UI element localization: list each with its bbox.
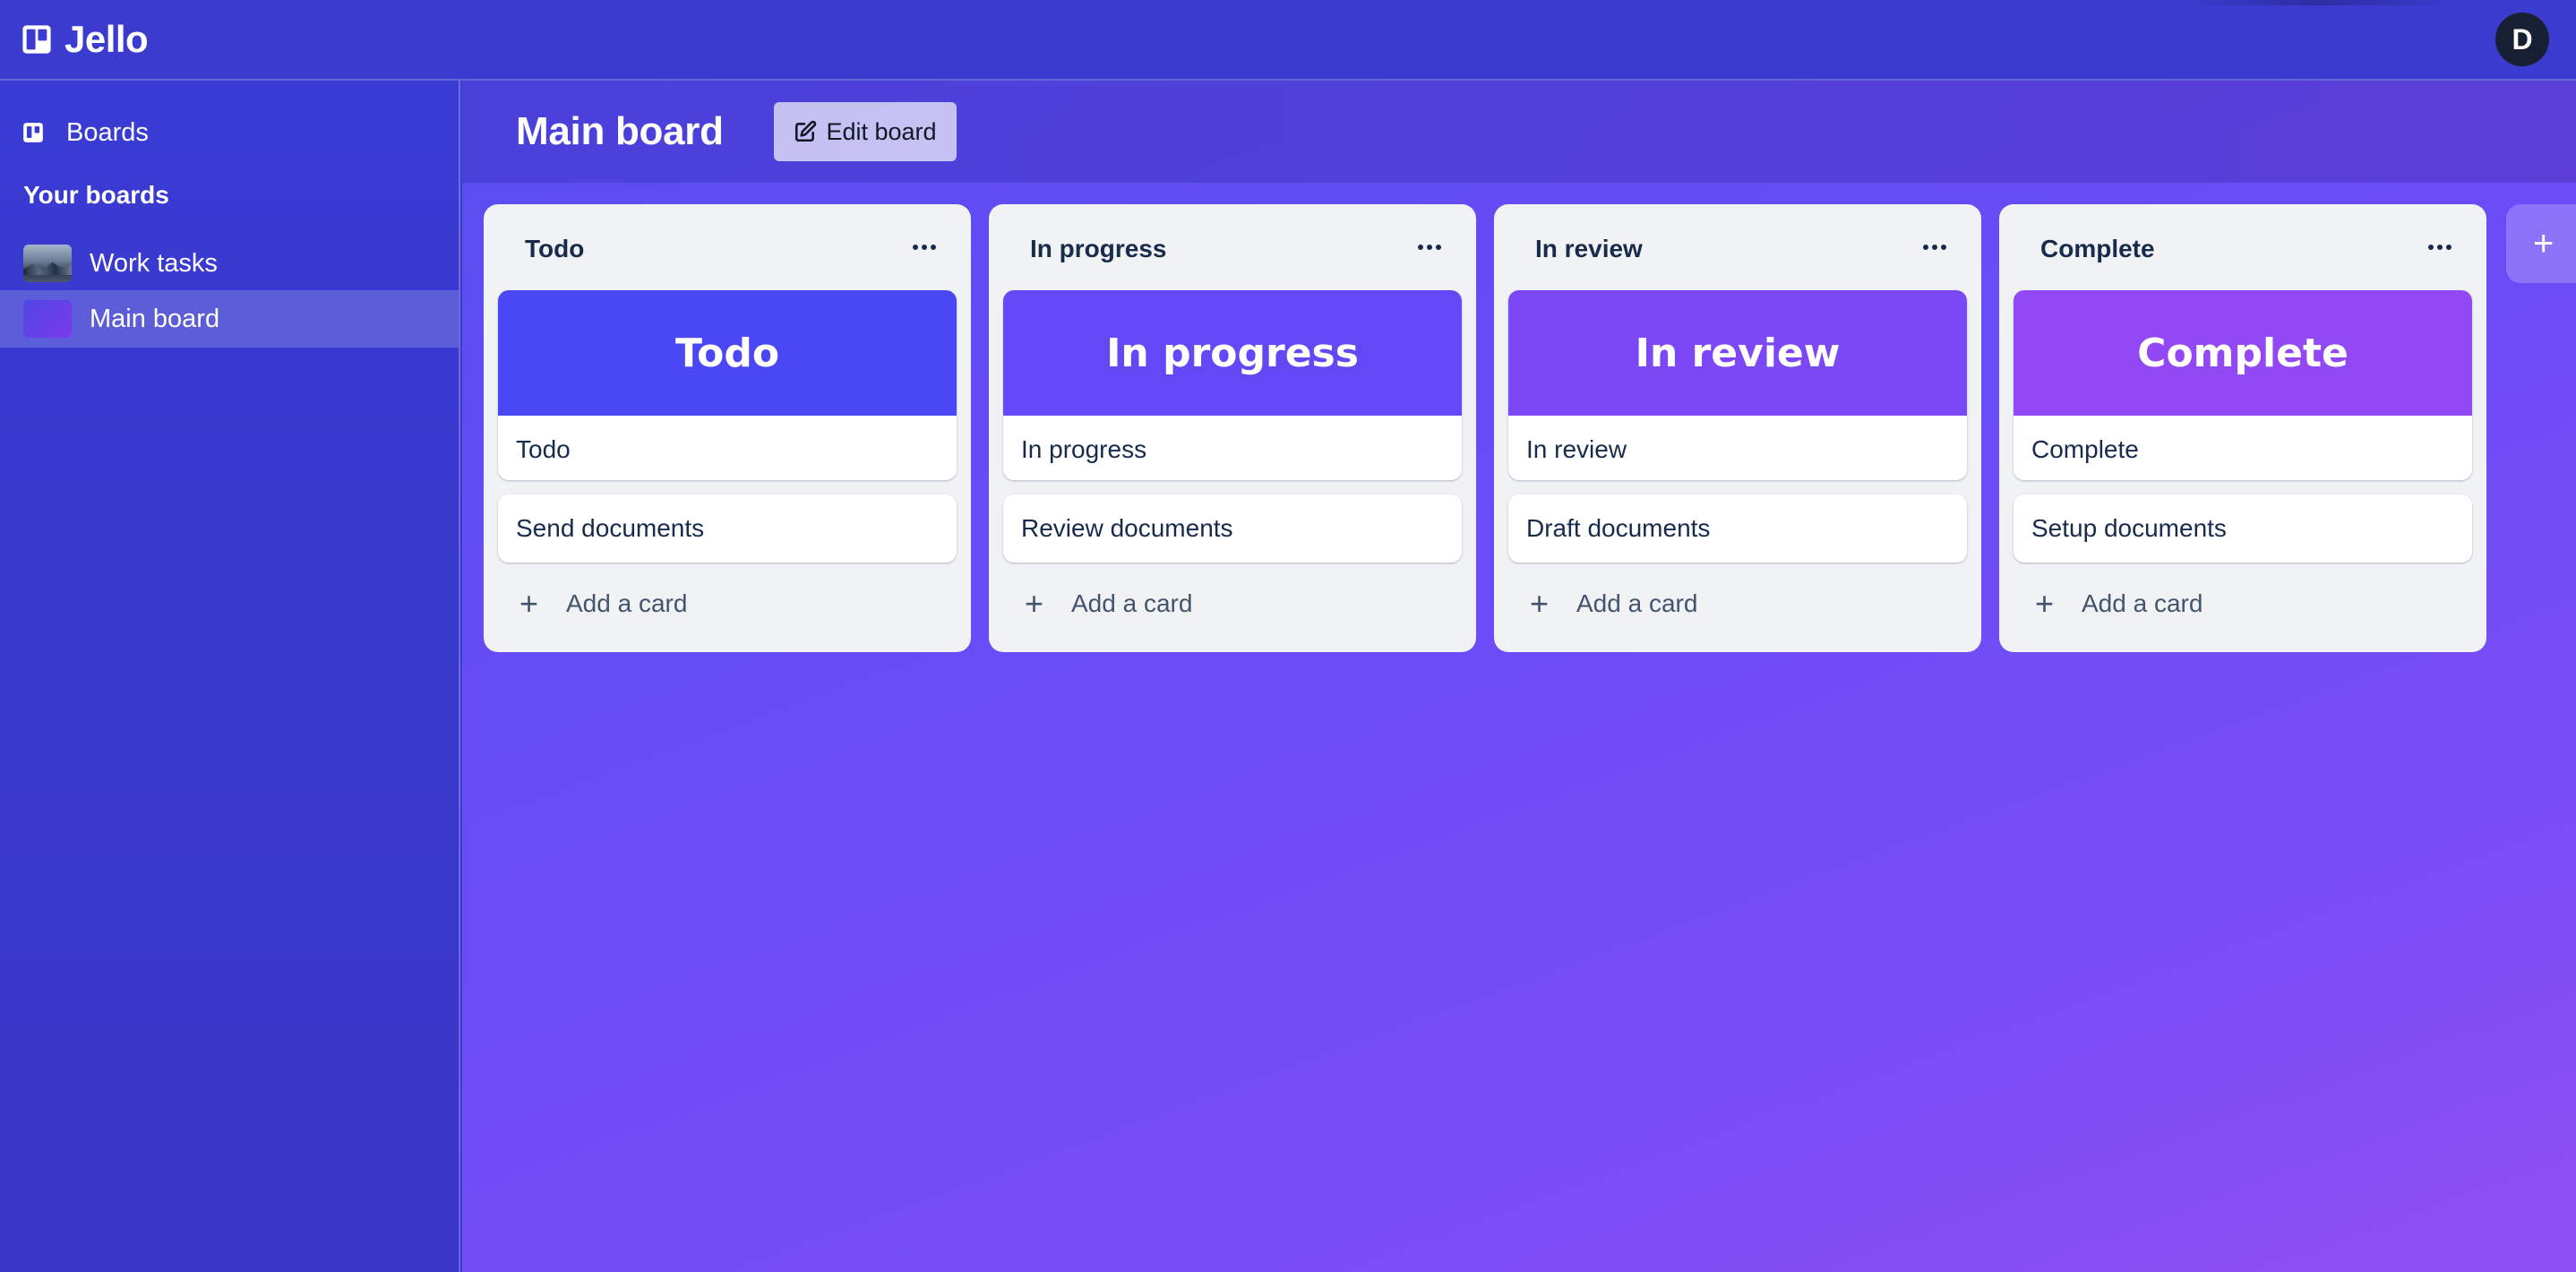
app-name: Jello xyxy=(64,18,149,60)
edit-pencil-icon xyxy=(795,120,817,142)
plus-icon: + xyxy=(2035,585,2055,622)
your-boards-heading: Your boards xyxy=(23,181,169,209)
add-card-button[interactable]: + Add a card xyxy=(498,575,957,632)
list-complete: Complete Complete Complete Setup documen… xyxy=(1999,204,2486,652)
card[interactable]: Send documents xyxy=(498,494,957,563)
sidebar-item-work-tasks[interactable]: Work tasks xyxy=(0,235,459,292)
more-horizontal-icon[interactable] xyxy=(2422,231,2458,263)
page-title: Main board xyxy=(516,109,724,153)
app-logo[interactable]: Jello xyxy=(21,16,149,63)
header-shadow-decoration xyxy=(2185,0,2454,5)
card-title: Todo xyxy=(516,435,571,463)
plus-icon: + xyxy=(519,585,539,622)
more-horizontal-icon[interactable] xyxy=(1917,231,1953,263)
list-todo: Todo Todo Todo Send documents + Add a ca… xyxy=(484,204,971,652)
board-thumbnail xyxy=(23,300,72,338)
jello-logo-icon xyxy=(22,25,51,54)
card[interactable]: Setup documents xyxy=(2014,494,2472,563)
list-title[interactable]: Complete xyxy=(2040,235,2155,263)
trello-board-icon xyxy=(23,123,43,142)
card-cover: In progress xyxy=(1003,290,1462,416)
add-list-button[interactable]: + xyxy=(2506,204,2576,283)
more-horizontal-icon[interactable] xyxy=(1412,231,1447,263)
board-thumbnail xyxy=(23,245,72,282)
sidebar: Boards Your boards Work tasks Main board xyxy=(0,81,460,1272)
add-card-label: Add a card xyxy=(2082,589,2203,617)
user-avatar[interactable]: D xyxy=(2495,13,2549,66)
sidebar-item-label: Main board xyxy=(90,304,220,333)
add-card-button[interactable]: + Add a card xyxy=(2014,575,2472,632)
edit-board-button[interactable]: Edit board xyxy=(774,102,957,161)
list-title[interactable]: Todo xyxy=(525,235,584,263)
sidebar-item-label: Boards xyxy=(66,117,149,147)
cover-card[interactable]: In progress In progress xyxy=(1003,290,1462,480)
cover-card[interactable]: Todo Todo xyxy=(498,290,957,480)
card-cover: Complete xyxy=(2014,290,2472,416)
list-title[interactable]: In progress xyxy=(1030,235,1166,263)
add-card-label: Add a card xyxy=(1071,589,1193,617)
add-card-label: Add a card xyxy=(566,589,688,617)
plus-icon: + xyxy=(1530,585,1550,622)
plus-icon: + xyxy=(1025,585,1044,622)
card-cover: In review xyxy=(1508,290,1967,416)
card[interactable]: Review documents xyxy=(1003,494,1462,563)
card[interactable]: Draft documents xyxy=(1508,494,1967,563)
sidebar-item-boards[interactable]: Boards xyxy=(0,107,459,158)
sidebar-item-label: Work tasks xyxy=(90,248,218,278)
card-title: Complete xyxy=(2031,435,2139,463)
list-in-review: In review In review In review Draft docu… xyxy=(1494,204,1981,652)
top-header: Jello D xyxy=(0,0,2576,81)
card-title: In progress xyxy=(1021,435,1147,463)
add-card-button[interactable]: + Add a card xyxy=(1003,575,1462,632)
list-title[interactable]: In review xyxy=(1535,235,1643,263)
more-horizontal-icon[interactable] xyxy=(906,231,942,263)
add-card-label: Add a card xyxy=(1576,589,1698,617)
list-in-progress: In progress In progress In progress Revi… xyxy=(989,204,1476,652)
board-header: Main board Edit board xyxy=(462,81,2576,183)
add-card-button[interactable]: + Add a card xyxy=(1508,575,1967,632)
cover-card[interactable]: In review In review xyxy=(1508,290,1967,480)
sidebar-item-main-board[interactable]: Main board xyxy=(0,290,459,348)
card-title: In review xyxy=(1526,435,1627,463)
cover-card[interactable]: Complete Complete xyxy=(2014,290,2472,480)
card-cover: Todo xyxy=(498,290,957,416)
board-canvas: Main board Edit board Todo Todo Todo Sen… xyxy=(462,81,2576,1272)
edit-board-label: Edit board xyxy=(826,117,937,145)
